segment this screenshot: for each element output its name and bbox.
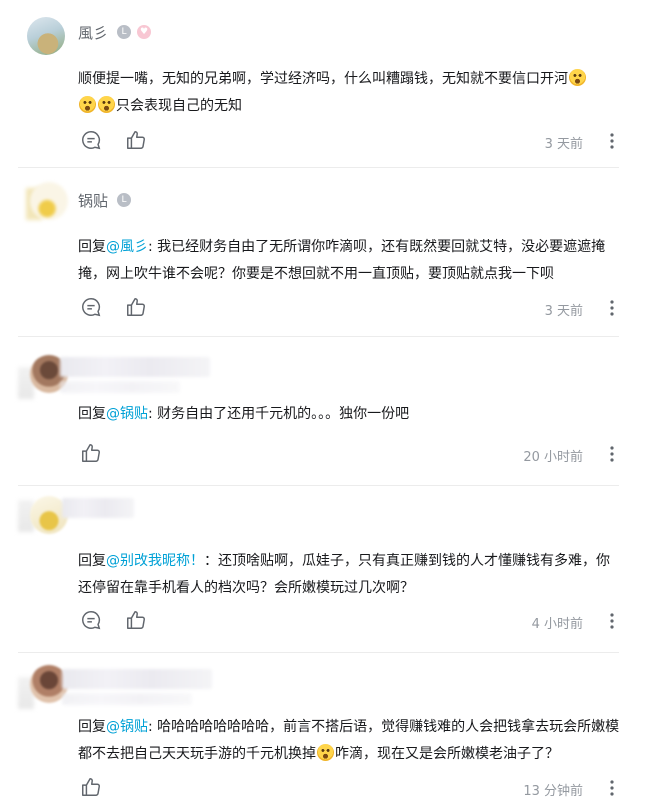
grin-emoji-icon — [98, 96, 115, 113]
comment-text: 回复@锅贴: 哈哈哈哈哈哈哈哈，前言不搭后语，觉得赚钱难的人会把钱拿去玩会所嫩模… — [78, 719, 620, 762]
avatar[interactable] — [27, 17, 65, 55]
reply-icon[interactable] — [80, 296, 102, 318]
more-vertical-icon[interactable] — [609, 779, 615, 797]
comment-item: 回复@锅贴: 财务自由了还用千元机的。。。独你一份吧 20 小时前 — [0, 337, 647, 486]
more-vertical-icon[interactable] — [609, 445, 615, 463]
blurred-username — [62, 693, 192, 705]
comment-item: 回复@锅贴: 哈哈哈哈哈哈哈哈，前言不搭后语，觉得赚钱难的人会把钱拿去玩会所嫩模… — [0, 653, 647, 808]
comment-text: 回复@别改我昵称！：还顶啥贴啊，瓜娃子，只有真正赚到钱的人才懂赚钱有多难，你还停… — [78, 553, 610, 596]
reply-icon[interactable] — [80, 609, 102, 631]
mention-link[interactable]: @别改我昵称！ — [106, 553, 204, 569]
thumbs-up-icon[interactable] — [125, 609, 147, 631]
timestamp: 20 小时前 — [523, 450, 583, 465]
timestamp: 3 天前 — [544, 137, 583, 152]
mention-link[interactable]: @锅贴 — [106, 406, 148, 422]
more-vertical-icon[interactable] — [609, 612, 615, 630]
more-vertical-icon[interactable] — [609, 299, 615, 317]
comment-text: 回复@锅贴: 财务自由了还用千元机的。。。独你一份吧 — [78, 406, 410, 422]
blurred-username — [62, 669, 212, 689]
blurred-username — [62, 498, 134, 518]
thumbs-up-icon[interactable] — [80, 776, 102, 798]
blurred-username — [60, 381, 180, 393]
more-vertical-icon[interactable] — [609, 132, 615, 150]
reply-icon[interactable] — [80, 129, 102, 151]
grin-emoji-icon — [79, 96, 96, 113]
comment-item: 回复@别改我昵称！：还顶啥贴啊，瓜娃子，只有真正赚到钱的人才懂赚钱有多难，你还停… — [0, 486, 647, 653]
mention-link[interactable]: @風彡 — [106, 239, 148, 255]
comment-text: 顺便提一嘴，无知的兄弟啊，学过经济吗，什么叫糟蹋钱，无知就不要信口开河 只会表现… — [78, 66, 623, 120]
grin-emoji-icon — [569, 69, 586, 86]
thumbs-up-icon[interactable] — [125, 129, 147, 151]
comment-text: 回复@風彡: 我已经财务自由了无所谓你咋滴呗，还有既然要回就艾特，没必要遮遮掩掩… — [78, 239, 606, 282]
level-badge-icon: L — [117, 25, 131, 39]
thumbs-up-icon[interactable] — [125, 296, 147, 318]
member-badge-icon: ♥ — [137, 25, 151, 39]
timestamp: 13 分钟前 — [523, 784, 583, 799]
comment-item: 锅贴 L 回复@風彡: 我已经财务自由了无所谓你咋滴呗，还有既然要回就艾特，没必… — [0, 168, 647, 337]
grin-emoji-icon — [317, 744, 334, 761]
username[interactable]: 風彡 — [78, 22, 108, 43]
timestamp: 3 天前 — [544, 304, 583, 319]
comment-item: 風彡 L ♥ 顺便提一嘴，无知的兄弟啊，学过经济吗，什么叫糟蹋钱，无知就不要信口… — [0, 0, 647, 168]
timestamp: 4 小时前 — [531, 617, 583, 632]
username[interactable]: 锅贴 — [78, 190, 108, 211]
thumbs-up-icon[interactable] — [80, 442, 102, 464]
blurred-avatar — [30, 182, 68, 220]
level-badge-icon: L — [117, 193, 131, 207]
blurred-username — [60, 357, 210, 377]
mention-link[interactable]: @锅贴 — [106, 719, 148, 735]
